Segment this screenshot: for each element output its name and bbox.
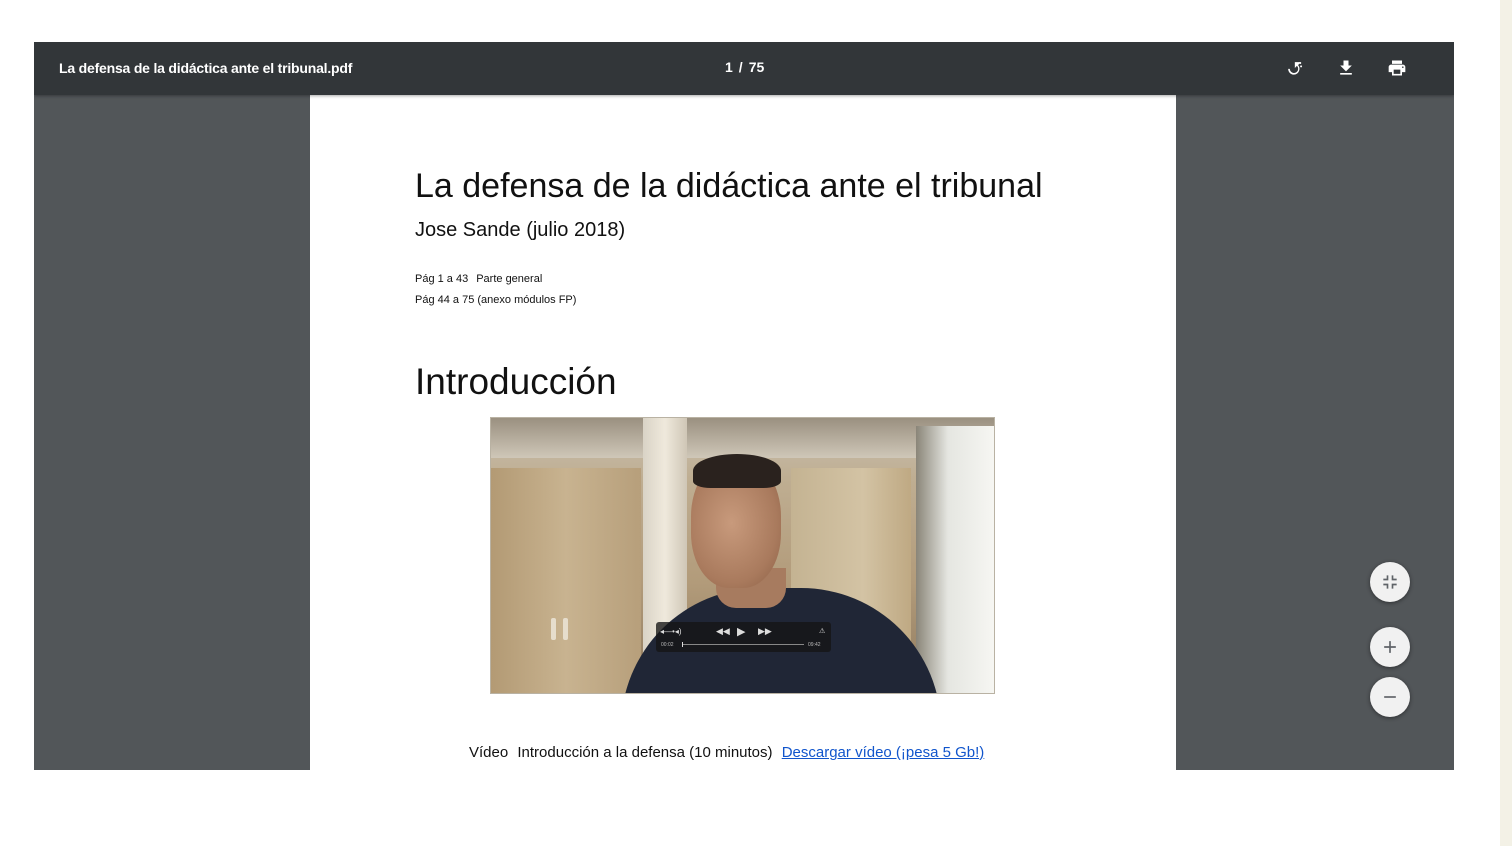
page-indicator: 1 / 75 <box>725 59 764 75</box>
page-range-general-desc: Parte general <box>476 273 543 285</box>
document-title: La defensa de la didáctica ante el tribu… <box>415 167 1043 205</box>
fit-to-page-button[interactable] <box>1370 562 1410 602</box>
download-video-link[interactable]: Descargar vídeo (¡pesa 5 Gb!) <box>782 744 985 761</box>
page-total: 75 <box>748 59 765 75</box>
video-controls: ◂—•◂) ◀◀ ▶ ▶▶ ⚠ 00:02 09:42 <box>656 622 831 652</box>
zoom-in-icon <box>1384 641 1396 653</box>
side-strip <box>1500 0 1512 846</box>
pdf-page: La defensa de la didáctica ante el tribu… <box>310 95 1176 770</box>
section-heading: Introducción <box>415 361 617 402</box>
document-filename: La defensa de la didáctica ante el tribu… <box>59 60 353 76</box>
video-player[interactable]: ◂—•◂) ◀◀ ▶ ▶▶ ⚠ 00:02 09:42 <box>490 417 995 694</box>
video-frame-closet <box>491 468 641 693</box>
video-progress-bar[interactable] <box>682 642 804 647</box>
viewer-toolbar: La defensa de la didáctica ante el tribu… <box>34 42 1454 95</box>
zoom-out-icon <box>1384 696 1396 698</box>
video-caption: Vídeo Introducción a la defensa (10 minu… <box>469 744 984 761</box>
video-time-current: 00:02 <box>661 642 674 648</box>
rotate-icon <box>1288 62 1303 75</box>
video-frame-handle <box>551 618 556 640</box>
print-button[interactable] <box>1385 56 1409 80</box>
play-icon[interactable]: ▶ <box>737 625 745 638</box>
volume-icon[interactable]: ◂—•◂) <box>660 627 682 636</box>
caption-text: Introducción a la defensa (10 minutos) <box>517 744 773 761</box>
rewind-icon[interactable]: ◀◀ <box>716 626 730 637</box>
fit-to-page-icon <box>1383 575 1397 589</box>
caption-label: Vídeo <box>469 744 509 761</box>
captions-icon[interactable]: ⚠ <box>819 627 825 635</box>
video-frame-window <box>916 426 994 693</box>
fast-forward-icon[interactable]: ▶▶ <box>758 626 772 637</box>
page-range-general-range: Pág 1 a 43 <box>415 273 469 285</box>
rotate-button[interactable] <box>1282 56 1306 80</box>
document-author: Jose Sande (julio 2018) <box>415 219 626 241</box>
zoom-out-button[interactable] <box>1370 677 1410 717</box>
video-frame-handle <box>563 618 568 640</box>
page-range-annex: Pág 44 a 75 (anexo módulos FP) <box>415 294 577 306</box>
page-separator: / <box>738 59 743 75</box>
video-time-end: 09:42 <box>808 642 821 648</box>
page-current[interactable]: 1 <box>725 59 733 75</box>
pdf-viewer: La defensa de la didáctica ante el tribu… <box>34 42 1454 770</box>
download-icon <box>1340 60 1352 75</box>
video-progress-knob[interactable] <box>682 642 683 647</box>
download-button[interactable] <box>1334 56 1358 80</box>
page-range-general: Pág 1 a 43 Parte general <box>415 273 542 285</box>
video-frame-person <box>693 454 781 488</box>
print-icon <box>1388 60 1406 76</box>
zoom-in-button[interactable] <box>1370 627 1410 667</box>
